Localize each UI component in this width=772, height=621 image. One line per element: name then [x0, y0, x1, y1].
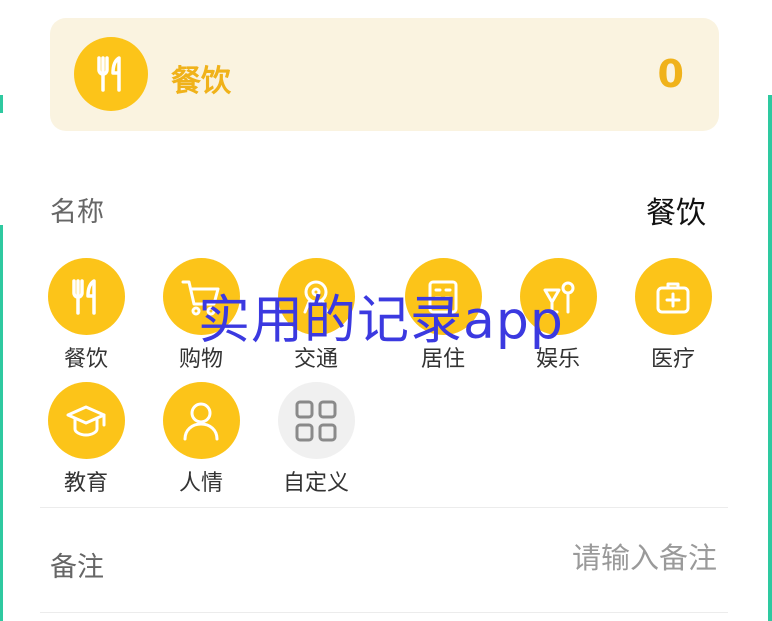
utensils-icon — [47, 258, 125, 335]
right-edge-strip — [768, 95, 772, 621]
utensils-icon — [74, 37, 148, 111]
category-medical[interactable]: 医疗 — [623, 258, 723, 373]
watermark-text: 实用的记录app — [198, 291, 564, 351]
person-icon — [162, 382, 240, 459]
category-custom[interactable]: 自定义 — [266, 382, 366, 497]
medical-kit-icon — [634, 258, 712, 335]
graduation-cap-icon — [47, 382, 125, 459]
category-label: 自定义 — [282, 471, 349, 496]
notes-input[interactable] — [300, 541, 717, 575]
category-education[interactable]: 教育 — [36, 382, 136, 497]
category-label: 人情 — [178, 471, 223, 496]
amount-display[interactable]: 0 — [658, 52, 684, 96]
divider — [40, 612, 728, 613]
selected-category-label: 餐饮 — [171, 64, 231, 99]
divider — [40, 507, 728, 508]
left-edge-strip-lower — [0, 225, 3, 621]
grid-icon — [277, 382, 355, 459]
category-dining[interactable]: 餐饮 — [36, 258, 136, 373]
category-label: 教育 — [63, 471, 108, 496]
notes-label: 备注 — [50, 552, 104, 583]
name-label: 名称 — [50, 197, 104, 228]
left-edge-strip — [0, 95, 3, 113]
selected-category-card: 餐饮 0 — [50, 18, 719, 131]
category-social[interactable]: 人情 — [151, 382, 251, 497]
name-value[interactable]: 餐饮 — [646, 188, 706, 232]
category-label: 餐饮 — [63, 347, 108, 372]
category-label: 医疗 — [650, 347, 695, 372]
